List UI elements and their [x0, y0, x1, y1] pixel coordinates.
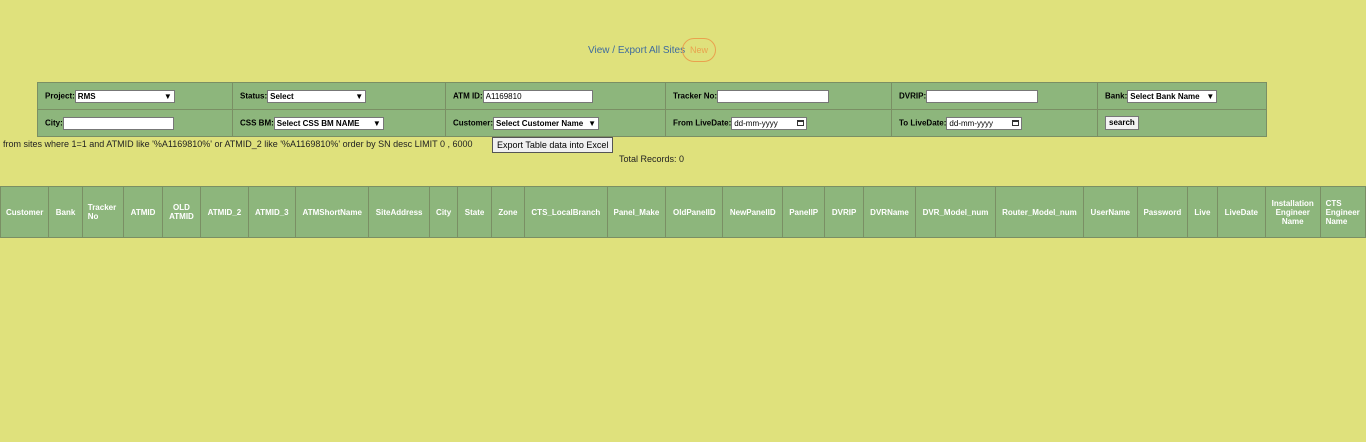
column-header[interactable]: State — [457, 186, 492, 238]
column-header[interactable]: UserName — [1083, 186, 1138, 238]
from-live-date-input[interactable]: dd-mm-yyyy — [731, 116, 808, 130]
new-button[interactable]: New — [682, 38, 716, 62]
column-header[interactable]: Panel_Make — [606, 186, 667, 238]
column-header[interactable]: DVRName — [862, 186, 917, 238]
chevron-down-icon: ▼ — [1206, 91, 1215, 101]
from-live-date-cell: From LiveDate: dd-mm-yyyy — [665, 109, 892, 137]
column-header[interactable]: PanelIP — [781, 186, 826, 238]
results-table: Customer Bank Tracker No ATMID OLD ATMID… — [0, 186, 1366, 238]
column-header[interactable]: ATMID_2 — [200, 186, 249, 238]
column-header[interactable]: Bank — [48, 186, 83, 238]
column-header[interactable]: ATMID_3 — [247, 186, 297, 238]
atm-id-label: ATM ID: — [453, 91, 483, 101]
css-bm-label: CSS BM: — [240, 118, 274, 128]
column-header[interactable]: Installation Engineer Name — [1264, 186, 1321, 238]
tracker-no-input[interactable] — [717, 89, 830, 103]
column-header[interactable]: CTS_LocalBranch — [524, 186, 608, 238]
project-select-value: RMS — [77, 91, 96, 101]
column-header[interactable]: DVR_Model_num — [915, 186, 996, 238]
status-cell: Status: Select ▼ — [232, 82, 446, 110]
total-records: Total Records: 0 — [619, 154, 685, 164]
column-header[interactable]: Zone — [490, 186, 526, 238]
customer-cell: Customer: Select Customer Name ▼ — [445, 109, 666, 137]
dvrip-cell: DVRIP: — [891, 82, 1098, 110]
from-live-date-label: From LiveDate: — [673, 118, 732, 128]
column-header[interactable]: NewPanelID — [722, 186, 783, 238]
export-excel-button[interactable]: Export Table data into Excel — [492, 137, 614, 153]
to-live-date-cell: To LiveDate: dd-mm-yyyy — [891, 109, 1098, 137]
bank-select-value: Select Bank Name — [1130, 91, 1200, 101]
chevron-down-icon: ▼ — [163, 91, 172, 101]
css-bm-select[interactable]: Select CSS BM NAME ▼ — [273, 116, 384, 130]
search-cell: search — [1097, 109, 1267, 137]
atm-id-cell: ATM ID: — [445, 82, 666, 110]
column-header[interactable]: LiveDate — [1216, 186, 1266, 238]
column-header[interactable]: ATMShortName — [295, 186, 370, 238]
chevron-down-icon: ▼ — [588, 118, 597, 128]
results-header-row: Customer Bank Tracker No ATMID OLD ATMID… — [0, 186, 1366, 238]
column-header[interactable]: Tracker No — [81, 186, 125, 238]
status-label: Status: — [240, 91, 268, 101]
view-export-all-sites-link[interactable]: View / Export All Sites — [588, 45, 685, 56]
column-header[interactable]: SiteAddress — [368, 186, 430, 238]
to-live-date-label: To LiveDate: — [899, 118, 947, 128]
customer-select[interactable]: Select Customer Name ▼ — [493, 116, 600, 130]
css-bm-cell: CSS BM: Select CSS BM NAME ▼ — [232, 109, 446, 137]
status-select[interactable]: Select ▼ — [267, 89, 367, 103]
column-header[interactable]: DVRIP — [824, 186, 864, 238]
query-text: from sites where 1=1 and ATMID like '%A1… — [3, 139, 473, 149]
column-header[interactable]: OLD ATMID — [161, 186, 202, 238]
column-header[interactable]: Customer — [0, 186, 50, 238]
bank-label: Bank: — [1105, 91, 1128, 101]
to-live-date-input[interactable]: dd-mm-yyyy — [946, 116, 1023, 130]
column-header[interactable]: Password — [1136, 186, 1189, 238]
column-header[interactable]: ATMID — [123, 186, 163, 238]
column-header[interactable]: Router_Model_num — [994, 186, 1085, 238]
filter-table: Project:RMS ▼ Status:Select ▼ ATM ID: Trac… — [37, 82, 1267, 137]
css-bm-select-value: Select CSS BM NAME — [276, 118, 360, 128]
column-header[interactable]: Live — [1187, 186, 1218, 238]
tracker-no-cell: Tracker No: — [665, 82, 892, 110]
dvrip-input[interactable] — [926, 89, 1039, 103]
top-links: View / Export All Sites New — [0, 38, 1366, 62]
from-live-date-value: dd-mm-yyyy — [734, 118, 778, 128]
column-header[interactable]: City — [428, 186, 459, 238]
chevron-down-icon: ▼ — [355, 91, 364, 101]
tracker-no-label: Tracker No: — [673, 91, 718, 101]
bank-cell: Bank: Select Bank Name ▼ — [1097, 82, 1267, 110]
customer-select-value: Select Customer Name — [496, 118, 584, 128]
city-label: City: — [45, 118, 63, 128]
status-select-value: Select — [270, 91, 294, 101]
chevron-down-icon: ▼ — [372, 118, 381, 128]
project-label: Project: — [45, 91, 75, 101]
city-cell: City: — [37, 109, 233, 137]
customer-label: Customer: — [453, 118, 494, 128]
search-button[interactable]: search — [1105, 116, 1139, 130]
city-input[interactable] — [62, 116, 174, 130]
to-live-date-value: dd-mm-yyyy — [949, 118, 993, 128]
project-cell: Project: RMS ▼ — [37, 82, 233, 110]
calendar-icon[interactable] — [1012, 119, 1020, 126]
column-header[interactable]: CTS Engineer Name — [1319, 186, 1366, 238]
dvrip-label: DVRIP: — [899, 91, 927, 101]
calendar-icon[interactable] — [797, 119, 805, 126]
column-header[interactable]: OldPanelID — [665, 186, 724, 238]
project-select[interactable]: RMS ▼ — [74, 89, 175, 103]
atm-id-input[interactable] — [482, 89, 593, 103]
bank-select[interactable]: Select Bank Name ▼ — [1127, 89, 1218, 103]
